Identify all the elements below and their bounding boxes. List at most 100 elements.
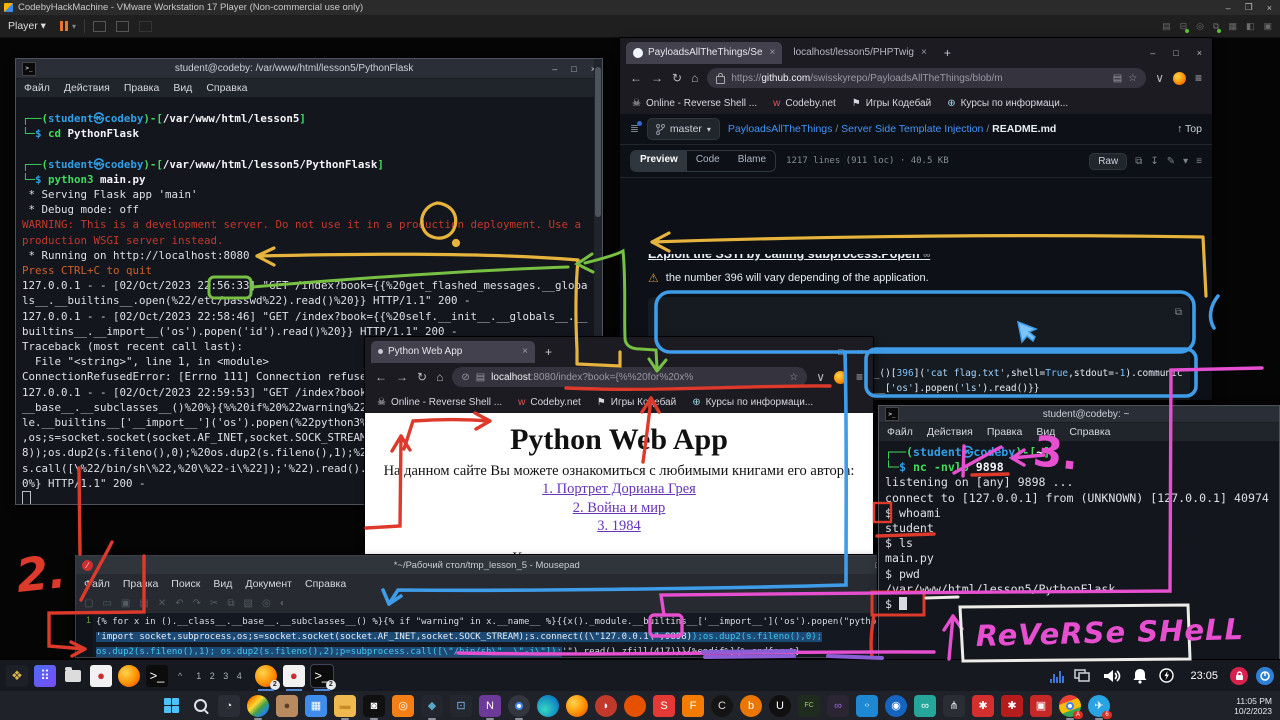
- printer-device-icon[interactable]: ▣: [1263, 21, 1272, 32]
- tab-close-icon[interactable]: ×: [770, 47, 776, 58]
- open-icon[interactable]: ▭: [102, 598, 111, 609]
- anchor-link-icon[interactable]: ∞: [923, 254, 930, 261]
- menu-item-Действия[interactable]: Действия: [64, 82, 110, 94]
- diamond-app-icon[interactable]: ◆: [421, 695, 443, 717]
- bookmark-skull[interactable]: ☠Online - Reverse Shell ...: [377, 397, 502, 408]
- close-button[interactable]: ×: [1197, 48, 1202, 58]
- back-icon[interactable]: ←: [375, 370, 387, 384]
- start-button[interactable]: [160, 695, 182, 717]
- forward-icon[interactable]: →: [651, 71, 663, 85]
- book-link-3[interactable]: 3. 1984: [597, 518, 641, 534]
- bookmark-star-icon[interactable]: ☆: [1128, 73, 1137, 84]
- maximize-button[interactable]: □: [1173, 48, 1178, 58]
- top-link[interactable]: ↑ Top: [1177, 123, 1202, 135]
- logout-icon[interactable]: [1256, 667, 1274, 685]
- notifications-bell-icon[interactable]: [1133, 668, 1147, 684]
- kali-menu-icon[interactable]: ❖: [6, 665, 28, 687]
- pocket-icon[interactable]: ∨: [816, 370, 825, 384]
- pocket-icon[interactable]: ∨: [1155, 71, 1164, 85]
- visual-studio-icon[interactable]: ∞: [827, 695, 849, 717]
- send-ctrl-alt-del-icon[interactable]: [93, 21, 106, 32]
- menu-item-Документ[interactable]: Документ: [245, 578, 292, 590]
- menu-item-Справка[interactable]: Справка: [206, 82, 247, 94]
- power-manager-icon[interactable]: [1159, 668, 1174, 683]
- firefox-window-button[interactable]: 2: [255, 665, 277, 687]
- bookmark-codeby[interactable]: wCodeby.net: [773, 98, 836, 109]
- maximize-button[interactable]: ❐: [1245, 2, 1253, 13]
- payload-text[interactable]: {% for x in ().__class__.__base__.__subc…: [93, 613, 887, 657]
- home-icon[interactable]: ⌂: [691, 71, 698, 85]
- teal-app-icon[interactable]: ∞: [914, 695, 936, 717]
- file-explorer-icon[interactable]: ▬: [334, 695, 356, 717]
- copy-code-icon[interactable]: ⧉: [1175, 303, 1182, 323]
- app-grid-icon[interactable]: ⠿: [34, 665, 56, 687]
- reader-icon[interactable]: ▤: [1113, 73, 1122, 84]
- fc-app-icon[interactable]: FC: [798, 695, 820, 717]
- copy-icon[interactable]: ⧉: [227, 598, 234, 609]
- save-icon[interactable]: ▣: [121, 598, 130, 609]
- cdrom-device-icon[interactable]: ◎: [1196, 21, 1204, 32]
- pause-dropdown-icon[interactable]: ▾: [72, 22, 76, 31]
- minimize-button[interactable]: –: [819, 347, 824, 357]
- bookmark-star-icon[interactable]: ☆: [789, 372, 798, 383]
- orange-ring-app-icon[interactable]: ◎: [392, 695, 414, 717]
- windows-clock[interactable]: 11:05 PM 10/2/2023: [1234, 691, 1272, 720]
- home-icon[interactable]: ⌂: [436, 370, 443, 384]
- bird-app-icon[interactable]: ⋔: [943, 695, 965, 717]
- reload-icon[interactable]: ↻: [417, 370, 427, 384]
- network-device-icon[interactable]: ⧉: [1213, 21, 1219, 32]
- workspace-pager[interactable]: 1 2 3 4: [196, 671, 245, 681]
- close-button[interactable]: ×: [858, 347, 863, 357]
- unreal-icon[interactable]: U: [769, 695, 791, 717]
- menu-item-Справка[interactable]: Справка: [305, 578, 346, 590]
- usb-device-icon[interactable]: ▦: [1228, 21, 1237, 32]
- branch-selector[interactable]: master▾: [647, 118, 720, 140]
- file-tree-icon[interactable]: ≣: [630, 123, 639, 135]
- minimize-button[interactable]: –: [1226, 3, 1231, 13]
- window-list-expander[interactable]: ^: [178, 671, 182, 681]
- minimize-button[interactable]: –: [1150, 48, 1155, 58]
- tab-blame[interactable]: Blame: [729, 151, 775, 171]
- f-app-icon[interactable]: F: [682, 695, 704, 717]
- new-document-icon[interactable]: ▢: [84, 598, 93, 609]
- onenote-icon[interactable]: N: [479, 695, 501, 717]
- display-device-icon[interactable]: ⊟: [1180, 21, 1188, 32]
- menu-item-Правка[interactable]: Правка: [987, 426, 1022, 438]
- bookmark-globe[interactable]: ⊕Курсы по информаци...: [692, 397, 813, 408]
- toolbox-app-icon[interactable]: ▣: [1030, 695, 1052, 717]
- pause-vm-button[interactable]: [60, 21, 68, 31]
- tab-close-icon[interactable]: ×: [921, 47, 927, 58]
- map-pin-app-icon[interactable]: ◉: [885, 695, 907, 717]
- edit-dropdown-icon[interactable]: ▾: [1183, 156, 1188, 167]
- bookmark-flag[interactable]: ⚑Игры Кодебай: [852, 98, 931, 109]
- tab-payloadsallthethings[interactable]: PayloadsAllTheThings/Se×: [626, 42, 782, 64]
- bookmark-codeby[interactable]: wCodeby.net: [518, 397, 581, 408]
- download-icon[interactable]: ↧: [1150, 156, 1158, 167]
- red-gear-app-icon[interactable]: ✱: [972, 695, 994, 717]
- terminal-icon[interactable]: >_: [146, 665, 168, 687]
- blender-icon[interactable]: b: [740, 695, 762, 717]
- book-link-1[interactable]: 1. Портрет Дориана Грея: [542, 481, 696, 497]
- menu-item-Вид[interactable]: Вид: [213, 578, 232, 590]
- cinema4d-icon[interactable]: C: [711, 695, 733, 717]
- minimize-button[interactable]: –: [552, 64, 557, 74]
- volume-icon[interactable]: [1102, 668, 1121, 684]
- portrait-app-icon[interactable]: ●: [276, 695, 298, 717]
- tab-code[interactable]: Code: [687, 151, 729, 171]
- vscode-icon[interactable]: ‹›: [856, 695, 878, 717]
- gauge-app-icon[interactable]: ◔: [218, 695, 240, 717]
- outline-icon[interactable]: ≡: [1196, 156, 1202, 167]
- menu-item-Файл[interactable]: Файл: [84, 578, 110, 590]
- copy-icon[interactable]: ⧉: [1135, 156, 1142, 167]
- edge-icon[interactable]: [537, 695, 559, 717]
- save-as-icon[interactable]: ▤: [139, 598, 148, 609]
- maximize-button[interactable]: □: [571, 64, 576, 74]
- mousepad-titlebar[interactable]: ∕ *~/Рабочий стол/tmp_lesson_5 - Mousepa…: [76, 556, 887, 574]
- new-tab-button[interactable]: +: [539, 345, 558, 359]
- tab-python-web-app[interactable]: Python Web App×: [371, 341, 535, 363]
- menu-item-Поиск[interactable]: Поиск: [171, 578, 200, 590]
- breadcrumb-folder-link[interactable]: Server Side Template Injection: [841, 123, 983, 135]
- paste-icon[interactable]: ▧: [244, 598, 253, 609]
- replace-icon[interactable]: ◐: [280, 598, 286, 609]
- menu-item-Файл[interactable]: Файл: [887, 426, 913, 438]
